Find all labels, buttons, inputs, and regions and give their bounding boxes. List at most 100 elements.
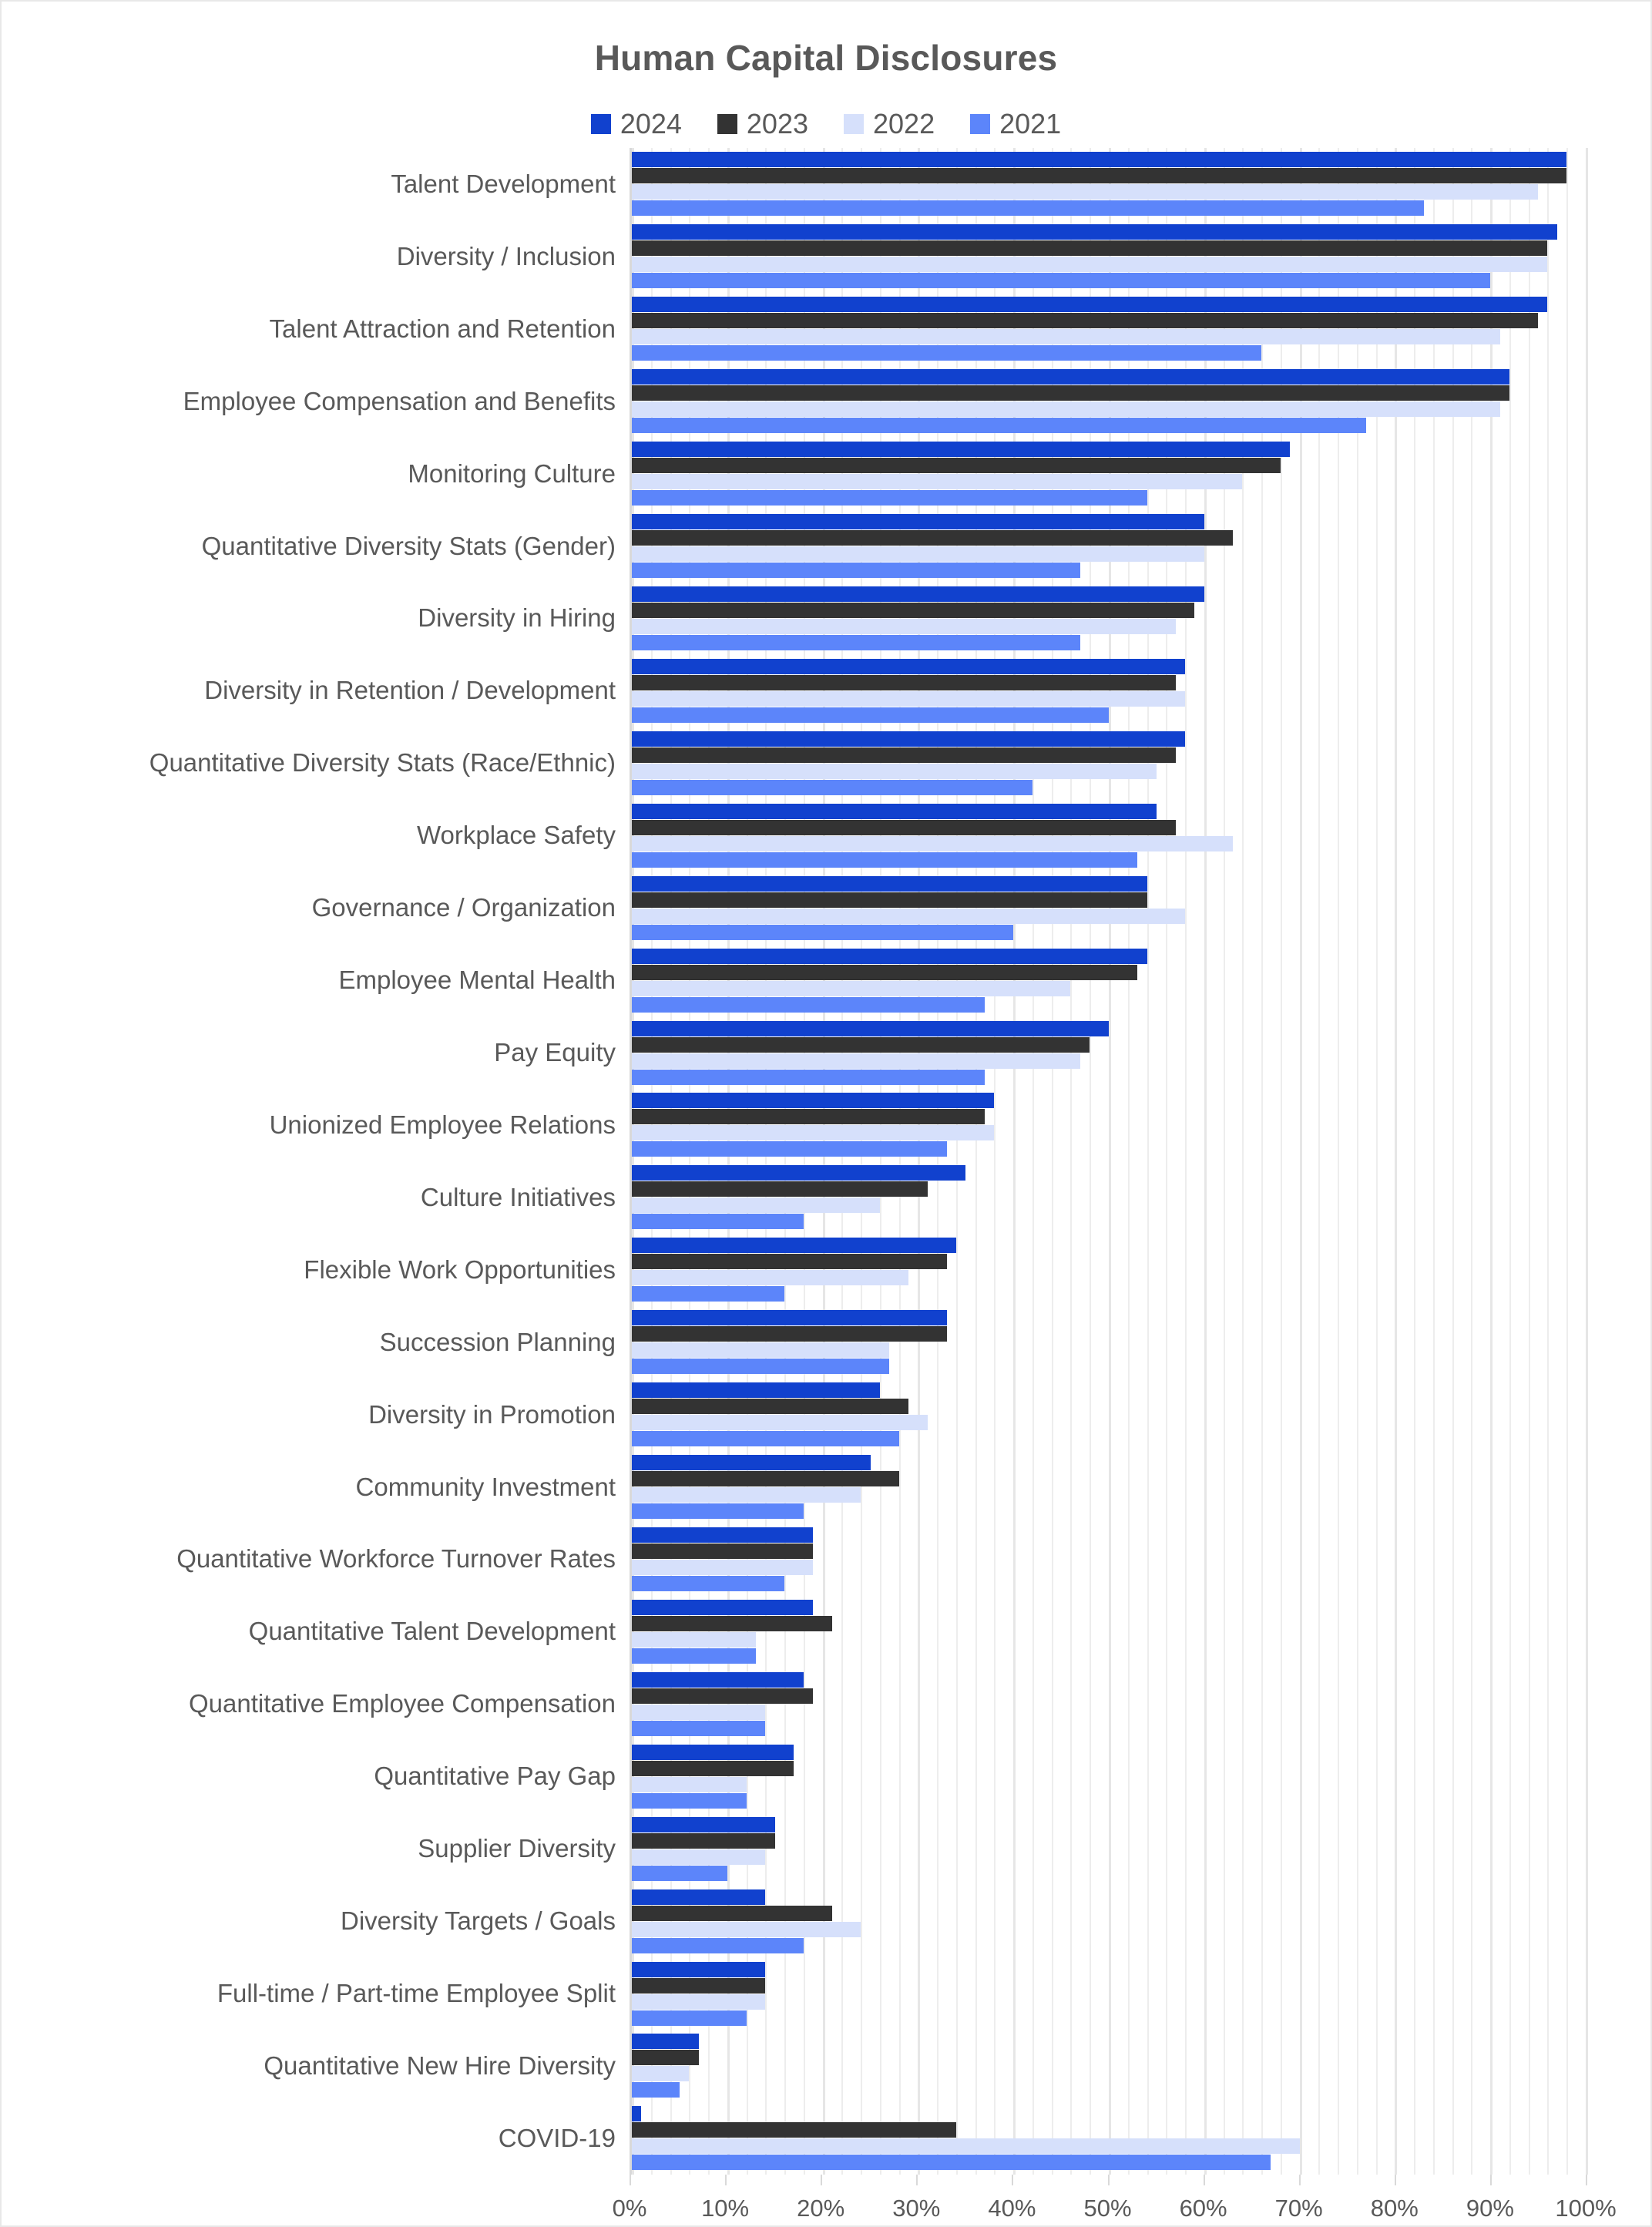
bar-2024[interactable] [632, 1600, 813, 1615]
bar-2023[interactable] [632, 240, 1547, 256]
bar-2024[interactable] [632, 297, 1547, 312]
bar-2024[interactable] [632, 1889, 765, 1905]
bar-2024[interactable] [632, 514, 1204, 529]
bar-2024[interactable] [632, 804, 1157, 819]
bar-2022[interactable] [632, 257, 1547, 272]
bar-2021[interactable] [632, 1793, 747, 1809]
bar-2024[interactable] [632, 152, 1566, 167]
bar-2023[interactable] [632, 1254, 947, 1269]
bar-2023[interactable] [632, 168, 1566, 183]
bar-2023[interactable] [632, 1181, 928, 1197]
legend-item-2023[interactable]: 2023 [717, 108, 808, 140]
bar-2021[interactable] [632, 1938, 804, 1953]
bar-2022[interactable] [632, 474, 1242, 489]
bar-2024[interactable] [632, 731, 1185, 747]
bar-2023[interactable] [632, 1761, 794, 1776]
bar-2021[interactable] [632, 2155, 1271, 2170]
legend-item-2022[interactable]: 2022 [844, 108, 935, 140]
bar-2022[interactable] [632, 2066, 689, 2081]
bar-2023[interactable] [632, 747, 1176, 763]
bar-2024[interactable] [632, 1527, 813, 1543]
bar-2021[interactable] [632, 490, 1147, 506]
bar-2023[interactable] [632, 1833, 775, 1849]
bar-2024[interactable] [632, 1962, 765, 1977]
bar-2022[interactable] [632, 909, 1185, 924]
bar-2022[interactable] [632, 1415, 928, 1430]
bar-2023[interactable] [632, 1037, 1090, 1053]
bar-2023[interactable] [632, 965, 1137, 980]
bar-2022[interactable] [632, 1125, 994, 1140]
bar-2022[interactable] [632, 1270, 908, 1285]
bar-2022[interactable] [632, 1053, 1080, 1069]
bar-2023[interactable] [632, 313, 1538, 328]
bar-2022[interactable] [632, 1922, 861, 1937]
bar-2021[interactable] [632, 707, 1109, 723]
bar-2024[interactable] [632, 369, 1509, 385]
bar-2021[interactable] [632, 1359, 889, 1374]
bar-2021[interactable] [632, 635, 1080, 650]
bar-2024[interactable] [632, 1021, 1109, 1036]
bar-2024[interactable] [632, 1455, 871, 1470]
bar-2024[interactable] [632, 1672, 804, 1688]
bar-2023[interactable] [632, 1471, 899, 1486]
legend-item-2024[interactable]: 2024 [591, 108, 682, 140]
bar-2022[interactable] [632, 546, 1204, 562]
bar-2022[interactable] [632, 401, 1500, 417]
bar-2021[interactable] [632, 1214, 804, 1229]
bar-2021[interactable] [632, 1576, 784, 1591]
bar-2023[interactable] [632, 1616, 832, 1631]
bar-2023[interactable] [632, 530, 1233, 546]
legend-item-2021[interactable]: 2021 [970, 108, 1061, 140]
bar-2022[interactable] [632, 2138, 1300, 2154]
bar-2023[interactable] [632, 1978, 765, 1994]
bar-2023[interactable] [632, 1688, 813, 1704]
bar-2023[interactable] [632, 2122, 956, 2138]
bar-2021[interactable] [632, 780, 1032, 795]
bar-2023[interactable] [632, 1399, 908, 1414]
bar-2021[interactable] [632, 273, 1490, 288]
bar-2024[interactable] [632, 1093, 994, 1108]
bar-2023[interactable] [632, 892, 1147, 908]
bar-2024[interactable] [632, 659, 1185, 674]
bar-2021[interactable] [632, 1070, 985, 1085]
bar-2021[interactable] [632, 200, 1424, 216]
bar-2023[interactable] [632, 1326, 947, 1342]
bar-2021[interactable] [632, 925, 1013, 940]
bar-2024[interactable] [632, 224, 1557, 240]
bar-2024[interactable] [632, 1745, 794, 1760]
bar-2024[interactable] [632, 949, 1147, 964]
bar-2022[interactable] [632, 1777, 747, 1792]
bar-2021[interactable] [632, 1286, 784, 1302]
bar-2024[interactable] [632, 2034, 699, 2049]
bar-2022[interactable] [632, 1849, 765, 1865]
bar-2021[interactable] [632, 1648, 756, 1664]
bar-2024[interactable] [632, 586, 1204, 602]
bar-2021[interactable] [632, 1721, 765, 1736]
bar-2023[interactable] [632, 675, 1176, 690]
bar-2021[interactable] [632, 852, 1137, 868]
bar-2021[interactable] [632, 418, 1366, 433]
bar-2022[interactable] [632, 1487, 861, 1503]
bar-2024[interactable] [632, 1817, 775, 1832]
bar-2022[interactable] [632, 1994, 765, 2010]
bar-2022[interactable] [632, 329, 1500, 344]
bar-2021[interactable] [632, 345, 1261, 361]
bar-2022[interactable] [632, 1560, 813, 1575]
bar-2024[interactable] [632, 1238, 956, 1253]
bar-2024[interactable] [632, 2106, 641, 2121]
bar-2024[interactable] [632, 1382, 880, 1398]
bar-2022[interactable] [632, 184, 1538, 200]
bar-2024[interactable] [632, 876, 1147, 892]
bar-2021[interactable] [632, 563, 1080, 578]
bar-2024[interactable] [632, 1165, 965, 1181]
bar-2023[interactable] [632, 1906, 832, 1921]
bar-2022[interactable] [632, 1632, 756, 1648]
bar-2021[interactable] [632, 1431, 899, 1446]
bar-2023[interactable] [632, 458, 1281, 473]
bar-2024[interactable] [632, 1310, 947, 1325]
bar-2022[interactable] [632, 1705, 765, 1720]
bar-2022[interactable] [632, 1342, 889, 1358]
bar-2021[interactable] [632, 1141, 947, 1157]
bar-2022[interactable] [632, 764, 1157, 779]
bar-2023[interactable] [632, 1543, 813, 1559]
